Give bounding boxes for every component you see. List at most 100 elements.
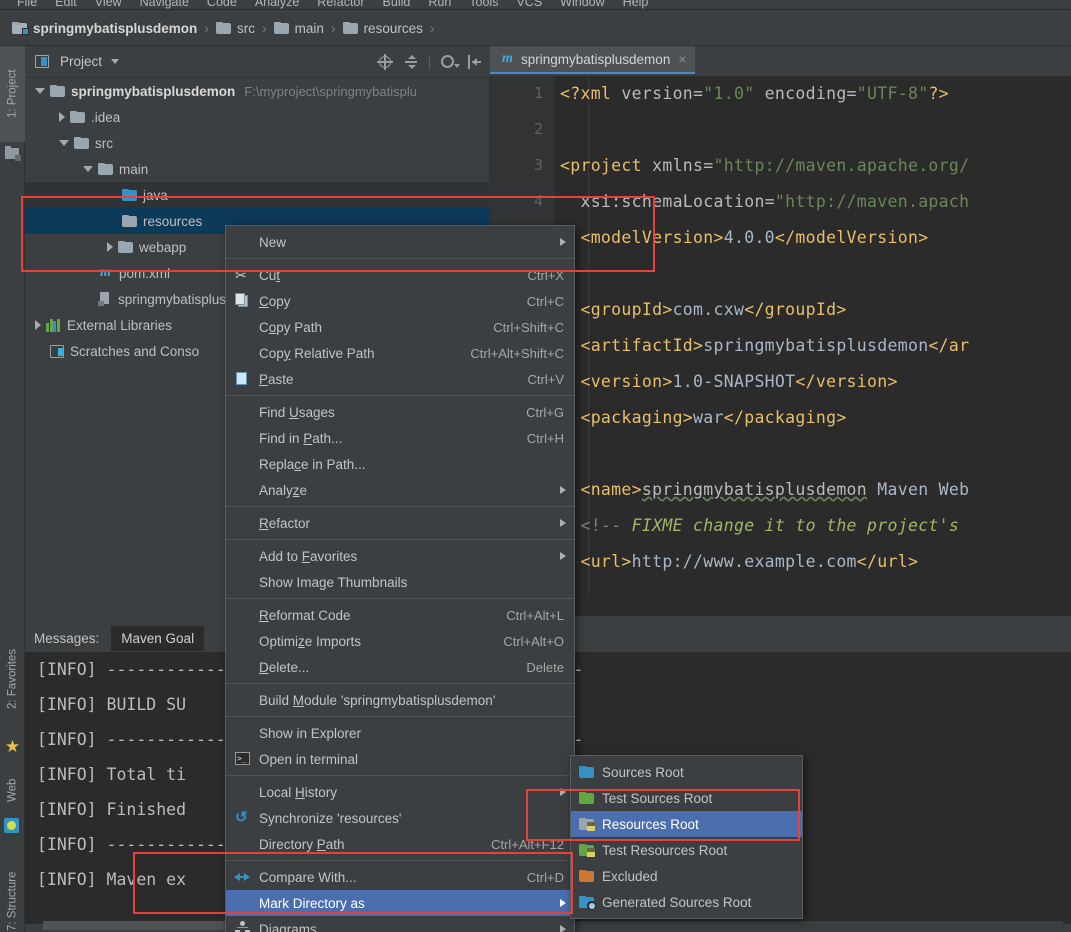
menu-item-shortcut: Ctrl+Shift+C xyxy=(493,320,564,335)
tree-node-main[interactable]: main xyxy=(25,156,490,182)
menu-item-reformat-code[interactable]: Reformat CodeCtrl+Alt+L xyxy=(226,602,574,628)
menu-code[interactable]: Code xyxy=(198,0,246,9)
submenu-item-label: Sources Root xyxy=(602,765,684,780)
menu-edit[interactable]: Edit xyxy=(46,0,86,9)
sync-icon: ↺ xyxy=(234,810,252,826)
menu-analyze[interactable]: Analyze xyxy=(246,0,308,9)
menu-item-new[interactable]: New xyxy=(226,229,574,255)
code-token: "http://maven.apache.org/ xyxy=(714,156,970,175)
menu-item-shortcut: Ctrl+Alt+O xyxy=(503,634,564,649)
breadcrumb-separator: › xyxy=(262,20,267,36)
collapse-all-icon[interactable] xyxy=(403,54,419,70)
submenu-item-resources-root[interactable]: Resources Root xyxy=(571,811,802,837)
menu-item-show-image-thumbnails[interactable]: Show Image Thumbnails xyxy=(226,569,574,595)
menu-item-replace-in-path[interactable]: Replace in Path... xyxy=(226,451,574,477)
menu-view[interactable]: View xyxy=(86,0,131,9)
breadcrumb-item-main[interactable]: main xyxy=(274,21,324,36)
submenu-item-test-resources-root[interactable]: Test Resources Root xyxy=(571,837,802,863)
chevron-down-icon[interactable] xyxy=(83,166,93,172)
submenu-item-sources-root[interactable]: Sources Root xyxy=(571,759,802,785)
menu-item-synchronize--resources[interactable]: ↺Synchronize 'resources' xyxy=(226,805,574,831)
module-folder-icon xyxy=(12,22,27,34)
code-line: xsi:schemaLocation="http://maven.apach xyxy=(560,184,1071,220)
menu-item-optimize-imports[interactable]: Optimize ImportsCtrl+Alt+O xyxy=(226,628,574,654)
menu-item-copy-path[interactable]: Copy PathCtrl+Shift+C xyxy=(226,314,574,340)
code-token: </url> xyxy=(857,552,918,571)
breadcrumb[interactable]: springmybatisplusdemon›src›main›resource… xyxy=(0,11,1071,46)
close-icon[interactable]: × xyxy=(678,51,686,67)
hide-panel-icon[interactable] xyxy=(466,54,482,70)
left-tool-window-tabs[interactable]: 1: Project 2: Favorites ★ Web 7: Structu… xyxy=(0,46,25,932)
code-token: 4.0.0 xyxy=(724,228,775,247)
menu-item-local-history[interactable]: Local History xyxy=(226,779,574,805)
sidebar-item-favorites[interactable]: 2: Favorites xyxy=(0,624,25,734)
menu-item-refactor[interactable]: Refactor xyxy=(226,510,574,536)
submenu-item-generated-sources-root[interactable]: Generated Sources Root xyxy=(571,889,802,915)
tree-node-src[interactable]: src xyxy=(25,130,490,156)
menu-navigate[interactable]: Navigate xyxy=(131,0,198,9)
menu-item-show-in-explorer[interactable]: Show in Explorer xyxy=(226,720,574,746)
menu-bar[interactable]: FileEditViewNavigateCodeAnalyzeRefactorB… xyxy=(0,0,1071,10)
code-token: springmybatisplusdemon xyxy=(642,480,867,499)
menu-item-find-in-path[interactable]: Find in Path...Ctrl+H xyxy=(226,425,574,451)
chevron-down-icon[interactable] xyxy=(35,88,45,94)
sidebar-item-web[interactable]: Web xyxy=(0,764,25,816)
settings-gear-icon[interactable] xyxy=(440,54,456,70)
code-token: <packaging> xyxy=(560,408,693,427)
menu-item-find-usages[interactable]: Find UsagesCtrl+G xyxy=(226,399,574,425)
tree-node-springmybatisplusdemon[interactable]: springmybatisplusdemonF:\myproject\sprin… xyxy=(25,78,490,104)
menu-icon-spacer xyxy=(234,607,252,623)
chevron-down-icon[interactable] xyxy=(59,140,69,146)
menu-tools[interactable]: Tools xyxy=(460,0,507,9)
chevron-down-icon[interactable] xyxy=(111,59,119,64)
menu-item-directory-path[interactable]: Directory PathCtrl+Alt+F12 xyxy=(226,831,574,857)
menu-icon-spacer xyxy=(234,234,252,250)
menu-item-copy-relative-path[interactable]: Copy Relative PathCtrl+Alt+Shift+C xyxy=(226,340,574,366)
menu-item-compare-with[interactable]: Compare With...Ctrl+D xyxy=(226,864,574,890)
breadcrumb-item-src[interactable]: src xyxy=(216,21,255,36)
menu-item-mark-directory-as[interactable]: Mark Directory as xyxy=(226,890,574,916)
tree-node-label: Scratches and Conso xyxy=(70,344,199,359)
breadcrumb-item-resources[interactable]: resources xyxy=(343,21,423,36)
menu-item-copy[interactable]: CopyCtrl+C xyxy=(226,288,574,314)
tree-node--idea[interactable]: .idea xyxy=(25,104,490,130)
menu-item-label: Show Image Thumbnails xyxy=(259,575,407,590)
chevron-right-icon[interactable] xyxy=(59,112,65,122)
breadcrumb-separator: › xyxy=(204,20,209,36)
menu-build[interactable]: Build xyxy=(374,0,420,9)
menu-item-open-in-terminal[interactable]: >_Open in terminal xyxy=(226,746,574,772)
submenu-item-excluded[interactable]: Excluded xyxy=(571,863,802,889)
menu-vcs[interactable]: VCS xyxy=(507,0,551,9)
menu-separator xyxy=(226,506,574,507)
menu-item-shortcut: Ctrl+Alt+L xyxy=(506,608,564,623)
tree-node-java[interactable]: java xyxy=(25,182,490,208)
code-line: <modelVersion>4.0.0</modelVersion> xyxy=(560,220,1071,256)
menu-refactor[interactable]: Refactor xyxy=(308,0,373,9)
menu-item-diagrams[interactable]: Diagrams xyxy=(226,916,574,932)
sidebar-item-structure[interactable]: 7: Structure xyxy=(0,846,25,932)
menu-item-analyze[interactable]: Analyze xyxy=(226,477,574,503)
code-line: <!-- FIXME change it to the project's xyxy=(560,508,1071,544)
menu-item-build-module--springmybatisplusdemon[interactable]: Build Module 'springmybatisplusdemon' xyxy=(226,687,574,713)
chevron-right-icon[interactable] xyxy=(107,242,113,252)
breadcrumb-item-springmybatisplusdemon[interactable]: springmybatisplusdemon xyxy=(12,21,197,36)
menu-file[interactable]: File xyxy=(8,0,46,9)
locate-target-icon[interactable] xyxy=(377,54,393,70)
menu-window[interactable]: Window xyxy=(551,0,613,9)
sidebar-item-project[interactable]: 1: Project xyxy=(0,46,25,142)
menu-item-label: Refactor xyxy=(259,516,310,531)
menu-item-delete[interactable]: Delete...Delete xyxy=(226,654,574,680)
tab-maven-goal[interactable]: Maven Goal xyxy=(111,626,204,651)
menu-help[interactable]: Help xyxy=(614,0,658,9)
code-token: 1.0-SNAPSHOT xyxy=(673,372,796,391)
code-editor[interactable]: 1234 − <?xml version="1.0" encoding="UTF… xyxy=(490,76,1071,636)
submenu-item-test-sources-root[interactable]: Test Sources Root xyxy=(571,785,802,811)
editor-tab-pom[interactable]: m springmybatisplusdemon × xyxy=(490,46,695,74)
chevron-right-icon[interactable] xyxy=(35,320,41,330)
context-menu[interactable]: New ✂CutCtrl+XCopyCtrl+CCopy PathCtrl+Shi… xyxy=(225,225,575,932)
menu-item-paste[interactable]: PasteCtrl+V xyxy=(226,366,574,392)
mark-directory-as-submenu[interactable]: Sources Root Test Sources RootResources R… xyxy=(570,755,803,919)
menu-run[interactable]: Run xyxy=(419,0,460,9)
menu-item-cut[interactable]: ✂CutCtrl+X xyxy=(226,262,574,288)
menu-item-add-to-favorites[interactable]: Add to Favorites xyxy=(226,543,574,569)
